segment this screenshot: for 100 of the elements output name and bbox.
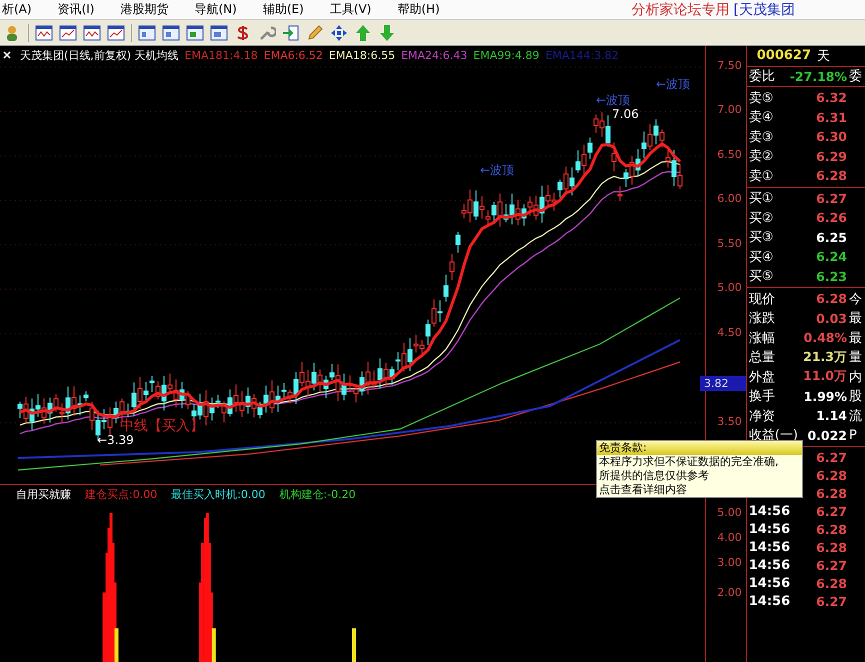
field-label: P xyxy=(849,428,858,443)
field-value: 1.14 xyxy=(815,408,848,424)
axis-label: 2.00 xyxy=(717,586,742,599)
pencil-icon[interactable] xyxy=(306,24,324,42)
field-value: 21.3万 xyxy=(802,348,848,366)
trade-time: 14:56 xyxy=(748,540,792,554)
axis-label: 4.50 xyxy=(717,326,742,339)
menu-item[interactable]: 导航(N) xyxy=(194,1,237,18)
indicator-value: 机构建仓:-0.20 xyxy=(279,486,356,502)
chart-title: 天茂集团(日线,前复权) 天机均线 xyxy=(20,48,179,62)
order-label: 卖④ xyxy=(748,109,774,126)
chart-window-icon[interactable] xyxy=(35,24,53,42)
tooltip-text: 本程序力求但不保证数据的完全准确, xyxy=(598,455,780,469)
trade-price: 6.27 xyxy=(815,450,848,464)
field-label: 量 xyxy=(849,349,863,366)
menu-item[interactable]: 析(A) xyxy=(2,1,32,18)
field-label: 流 xyxy=(849,408,863,425)
field-label: 委比 xyxy=(748,68,775,86)
axis-label: 4.00 xyxy=(717,531,742,544)
disclaimer-tooltip[interactable]: 免责条款: 本程序力求但不保证数据的完全准确, 所提供的信息仅供参考 点击查看详细内容 xyxy=(596,440,803,498)
field-label: 最 xyxy=(849,330,863,347)
axis-label: 5.00 xyxy=(717,281,742,294)
order-price: 6.25 xyxy=(815,230,848,245)
chart-window-icon[interactable] xyxy=(59,24,77,42)
indicator-value: EMA99:4.89 xyxy=(473,48,540,62)
axis-label: 5.50 xyxy=(717,236,742,250)
chart-window-icon[interactable] xyxy=(162,24,180,42)
chart-annotation: ←波顶 xyxy=(656,77,690,91)
chart-annotation: ←波顶 xyxy=(480,163,514,177)
order-price: 6.32 xyxy=(815,90,848,106)
tooltip-text: 所提供的信息仅供参考 xyxy=(598,469,710,483)
menu-item[interactable]: 辅助(E) xyxy=(262,1,304,18)
field-label: 股 xyxy=(849,388,863,406)
axis-label: 7.00 xyxy=(717,103,742,116)
stock-code: 000627 xyxy=(756,48,812,64)
chart-annotation: ←波顶 xyxy=(596,93,630,107)
order-label: 买⑤ xyxy=(748,268,774,286)
indicator-value: 最佳买入时机:0.00 xyxy=(171,486,266,502)
trade-price: 6.28 xyxy=(815,468,848,482)
axis-label: 3.00 xyxy=(717,556,742,569)
field-value: -27.18% xyxy=(788,68,848,84)
field-label: 换手 xyxy=(748,388,775,406)
axis-label: 6.00 xyxy=(717,192,742,206)
trade-price: 6.27 xyxy=(815,594,848,608)
axis-label: 6.50 xyxy=(717,148,742,161)
axis-label: 7.50 xyxy=(717,59,742,72)
trade-price: 6.28 xyxy=(815,522,848,536)
close-icon[interactable] xyxy=(3,51,11,59)
menu-item[interactable]: 资讯(I) xyxy=(58,1,94,18)
field-value: 0.03 xyxy=(815,310,848,326)
indicator-value: EMA181:4.18 xyxy=(184,48,258,62)
order-label: 卖① xyxy=(748,168,774,185)
trade-time: 14:56 xyxy=(748,576,792,590)
tooltip-text: 点击查看详细内容 xyxy=(598,483,688,497)
field-label: 外盘 xyxy=(748,368,775,386)
order-label: 买① xyxy=(748,190,774,208)
indicator-value: EMA24:6.43 xyxy=(401,48,468,62)
trade-price: 6.28 xyxy=(815,576,848,590)
stock-name: 天 xyxy=(817,48,830,65)
axis-label: 3.50 xyxy=(717,414,742,428)
menu-item[interactable]: 工具(V) xyxy=(330,1,372,18)
tooltip-title: 免责条款: xyxy=(597,441,802,455)
trade-time: 14:56 xyxy=(748,522,792,536)
menu-item[interactable]: 帮助(H) xyxy=(397,1,440,18)
field-label: 现价 xyxy=(748,290,775,308)
export-icon[interactable] xyxy=(282,24,300,42)
order-label: 卖⑤ xyxy=(748,90,774,107)
field-label: 委 xyxy=(849,68,863,86)
trade-time: 14:56 xyxy=(748,504,792,518)
field-label: 净资 xyxy=(748,408,775,425)
chart-window-icon[interactable] xyxy=(210,24,228,42)
field-value: 11.0万 xyxy=(802,368,848,386)
chart-window-icon[interactable] xyxy=(83,24,101,42)
trade-price: 6.28 xyxy=(815,540,848,554)
trade-time: 14:56 xyxy=(748,558,792,572)
move-arrows-icon[interactable] xyxy=(330,24,348,42)
indicator-name: 自用买就赚 xyxy=(16,486,71,502)
trade-time: 14:56 xyxy=(748,594,792,608)
field-label: 总量 xyxy=(748,349,775,366)
chart-window-icon[interactable] xyxy=(107,24,125,42)
order-price: 6.30 xyxy=(815,129,848,144)
chart-annotation: 中线【买入】 xyxy=(120,418,204,434)
field-label: 涨幅 xyxy=(748,330,775,347)
field-label: 最 xyxy=(849,310,863,328)
order-label: 买③ xyxy=(748,229,774,246)
chart-annotation: 7.06 xyxy=(612,107,639,121)
field-label: 内 xyxy=(849,368,863,386)
field-value: 0.022 xyxy=(806,428,848,443)
order-label: 买② xyxy=(748,210,774,227)
field-value: 0.48% xyxy=(802,330,848,346)
order-price: 6.28 xyxy=(815,168,848,184)
order-price: 6.24 xyxy=(815,249,848,264)
menu-item[interactable]: 港股期货 xyxy=(120,1,168,18)
app-title: 分析家论坛专用 xyxy=(632,0,730,18)
order-price: 6.29 xyxy=(815,148,848,164)
indicator-value: EMA144:3.82 xyxy=(545,48,619,62)
chart-window-icon[interactable] xyxy=(186,24,204,42)
order-price: 6.31 xyxy=(815,110,848,125)
chart-window-icon[interactable] xyxy=(138,24,156,42)
order-price: 6.26 xyxy=(815,210,848,226)
